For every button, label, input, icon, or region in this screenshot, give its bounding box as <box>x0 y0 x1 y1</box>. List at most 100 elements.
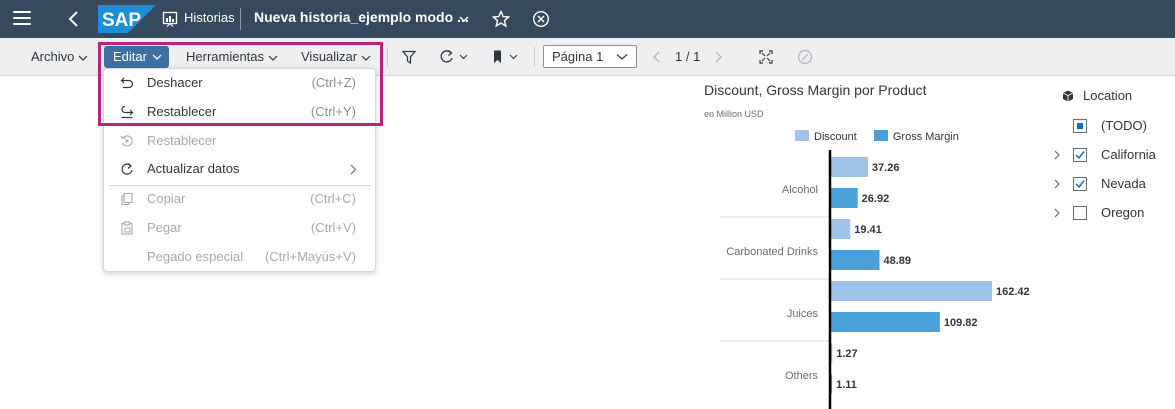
menu-item-shortcut: (Ctrl+Y) <box>310 104 356 119</box>
menu-item-label: Actualizar datos <box>147 161 240 176</box>
previous-page-icon[interactable] <box>649 49 665 65</box>
chart-legend: Discount Gross Margin <box>795 130 973 143</box>
chevron-right-icon[interactable] <box>1052 207 1062 219</box>
menu-item-deshacer[interactable]: Deshacer (Ctrl+Z) <box>104 69 375 98</box>
menu-editar[interactable]: Editar <box>104 46 169 68</box>
menu-item-shortcut: (Ctrl+Z) <box>311 75 356 90</box>
category-label: Alcohol <box>782 184 818 196</box>
menu-editar-label: Editar <box>113 49 147 64</box>
page-select-value: Página 1 <box>552 49 604 64</box>
shell-bar: SAP Historias Nueva historia_ejemplo mod… <box>0 0 1175 38</box>
chevron-down-icon <box>616 54 628 60</box>
menu-herramientas[interactable]: Herramientas <box>186 49 278 64</box>
bar-chart: Alcohol 37.26 26.92 Carbonated Drinks 19.41 4… <box>720 150 1030 409</box>
menu-hamburger-icon[interactable] <box>13 11 31 27</box>
filter-item-label: California <box>1101 147 1156 162</box>
redo-icon <box>121 105 134 119</box>
fullscreen-icon[interactable] <box>758 49 774 65</box>
category-label: Juices <box>787 308 819 320</box>
menu-item-shortcut: (Ctrl+V) <box>310 220 356 235</box>
dimension-cube-icon <box>1062 90 1074 102</box>
chart-title: Discount, Gross Margin por Product <box>704 82 927 98</box>
page-counter: 1 / 1 <box>675 49 701 64</box>
toolbar-separator <box>534 47 535 67</box>
svg-text:SAP: SAP <box>102 10 141 31</box>
chevron-down-icon <box>152 54 162 60</box>
chevron-right-icon <box>350 164 357 175</box>
legend-swatch-discount <box>795 130 809 141</box>
menu-item-label: Restablecer <box>147 133 217 148</box>
menu-item-restablecer[interactable]: Restablecer (Ctrl+Y) <box>104 98 375 127</box>
data-label: 109.82 <box>944 317 978 329</box>
close-circle-icon[interactable] <box>532 10 550 28</box>
data-label: 162.42 <box>996 286 1030 298</box>
filter-icon[interactable] <box>401 49 417 65</box>
data-label: 1.11 <box>836 379 857 391</box>
menu-item-label: Restablecer <box>147 104 217 119</box>
legend-label: Discount <box>814 131 857 143</box>
app-name[interactable]: Historias <box>184 10 235 25</box>
bar-gross-margin[interactable] <box>831 250 880 270</box>
chevron-down-icon <box>361 55 371 61</box>
menu-archivo-label: Archivo <box>31 49 75 64</box>
paste-icon <box>121 221 133 235</box>
sap-logo[interactable]: SAP <box>98 5 156 33</box>
disabled-action-icon <box>797 49 813 65</box>
filter-checkbox[interactable] <box>1073 148 1087 162</box>
story-title[interactable]: Nueva historia_ejemplo modo ... <box>254 9 469 25</box>
bar-discount[interactable] <box>831 157 868 177</box>
legend-label: Gross Margin <box>892 131 959 143</box>
story-app-icon <box>162 11 178 27</box>
edit-menu-dropdown: Deshacer (Ctrl+Z) Restablecer (Ctrl+Y) R… <box>103 68 376 272</box>
copy-icon <box>121 192 133 206</box>
bar-gross-margin[interactable] <box>831 312 940 332</box>
chevron-right-icon[interactable] <box>1052 149 1062 161</box>
bookmark-icon[interactable] <box>492 49 522 65</box>
menu-item-shortcut: (Ctrl+Mayús+V) <box>264 249 356 264</box>
favorite-star-icon[interactable] <box>492 10 510 28</box>
back-icon[interactable] <box>66 9 82 29</box>
menu-item-pegar: Pegar (Ctrl+V) <box>104 214 375 243</box>
data-label: 37.26 <box>872 162 900 174</box>
menu-item-label: Deshacer <box>147 75 203 90</box>
bar-discount[interactable] <box>831 219 851 239</box>
menu-visualizar[interactable]: Visualizar <box>301 49 371 64</box>
page-select[interactable]: Página 1 <box>543 45 637 68</box>
chevron-down-icon[interactable] <box>458 14 470 24</box>
check-icon <box>1075 151 1085 160</box>
filter-checkbox[interactable] <box>1073 119 1087 133</box>
chevron-right-icon[interactable] <box>1052 178 1062 190</box>
next-page-icon[interactable] <box>710 49 726 65</box>
data-label: 1.27 <box>836 348 857 360</box>
reset-icon <box>120 135 133 147</box>
bar-discount[interactable] <box>831 281 992 301</box>
menu-item-shortcut: (Ctrl+C) <box>310 191 356 206</box>
chevron-down-icon <box>268 55 278 61</box>
menu-item-label: Copiar <box>147 191 186 206</box>
data-label: 48.89 <box>883 255 911 267</box>
menu-item-actualizar-datos[interactable]: Actualizar datos <box>104 155 375 184</box>
filter-checkbox[interactable] <box>1073 206 1087 220</box>
bar-gross-margin[interactable] <box>831 188 858 208</box>
menu-item-label: Pegar <box>147 220 182 235</box>
category-label: Others <box>785 370 819 382</box>
menu-item-restablecer-disabled: Restablecer <box>104 127 375 156</box>
legend-item[interactable]: Gross Margin <box>873 130 959 143</box>
filter-item-label: Nevada <box>1101 176 1146 191</box>
chevron-down-icon <box>78 55 88 61</box>
shell-separator <box>240 8 241 30</box>
menu-herramientas-label: Herramientas <box>186 49 265 64</box>
toolbar-separator <box>387 47 388 67</box>
data-label: 26.92 <box>862 193 890 205</box>
menu-visualizar-label: Visualizar <box>301 49 358 64</box>
filter-checkbox[interactable] <box>1073 177 1087 191</box>
refresh-icon[interactable] <box>439 49 469 65</box>
menu-archivo[interactable]: Archivo <box>31 49 88 64</box>
check-icon <box>1075 180 1085 189</box>
refresh-icon <box>121 163 133 175</box>
data-label: 19.41 <box>854 224 882 236</box>
menu-item-copiar: Copiar (Ctrl+C) <box>104 185 375 214</box>
category-label: Carbonated Drinks <box>726 246 818 258</box>
legend-item[interactable]: Discount <box>795 130 857 143</box>
filter-item-label: Oregon <box>1101 205 1145 220</box>
